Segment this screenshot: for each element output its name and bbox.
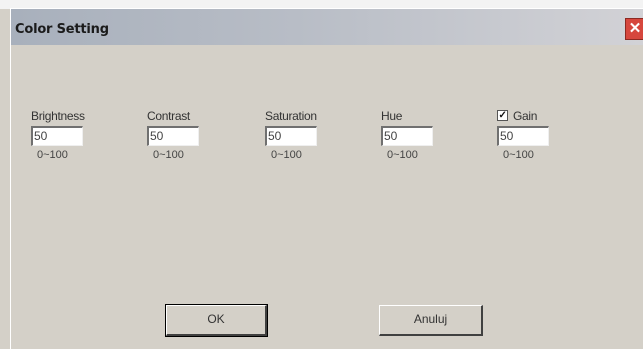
hue-input[interactable]: 50 [381,126,433,146]
saturation-input[interactable]: 50 [265,126,317,146]
brightness-range: 0~100 [37,149,68,161]
ok-button[interactable]: OK [165,304,268,337]
hue-label: Hue [381,109,403,123]
contrast-range: 0~100 [153,149,184,161]
title-bar[interactable]: Color Setting ✕ [11,9,643,45]
gain-checkbox[interactable]: ✓ [497,110,508,121]
brightness-input[interactable]: 50 [31,126,83,146]
color-setting-dialog: Color Setting ✕ Brightness 50 0~100 Cont… [10,8,643,349]
contrast-label: Contrast [147,109,190,123]
saturation-label: Saturation [265,109,317,123]
close-button[interactable]: ✕ [625,18,643,40]
gain-input[interactable]: 50 [497,126,549,146]
cancel-button[interactable]: Anuluj [379,305,483,336]
gain-label[interactable]: Gain [513,109,537,123]
brightness-label: Brightness [31,109,85,123]
saturation-range: 0~100 [271,149,302,161]
contrast-input[interactable]: 50 [147,126,199,146]
close-icon: ✕ [628,20,642,37]
checkmark-icon: ✓ [498,110,507,121]
dialog-title: Color Setting [15,22,109,37]
gain-range: 0~100 [503,149,534,161]
hue-range: 0~100 [387,149,418,161]
